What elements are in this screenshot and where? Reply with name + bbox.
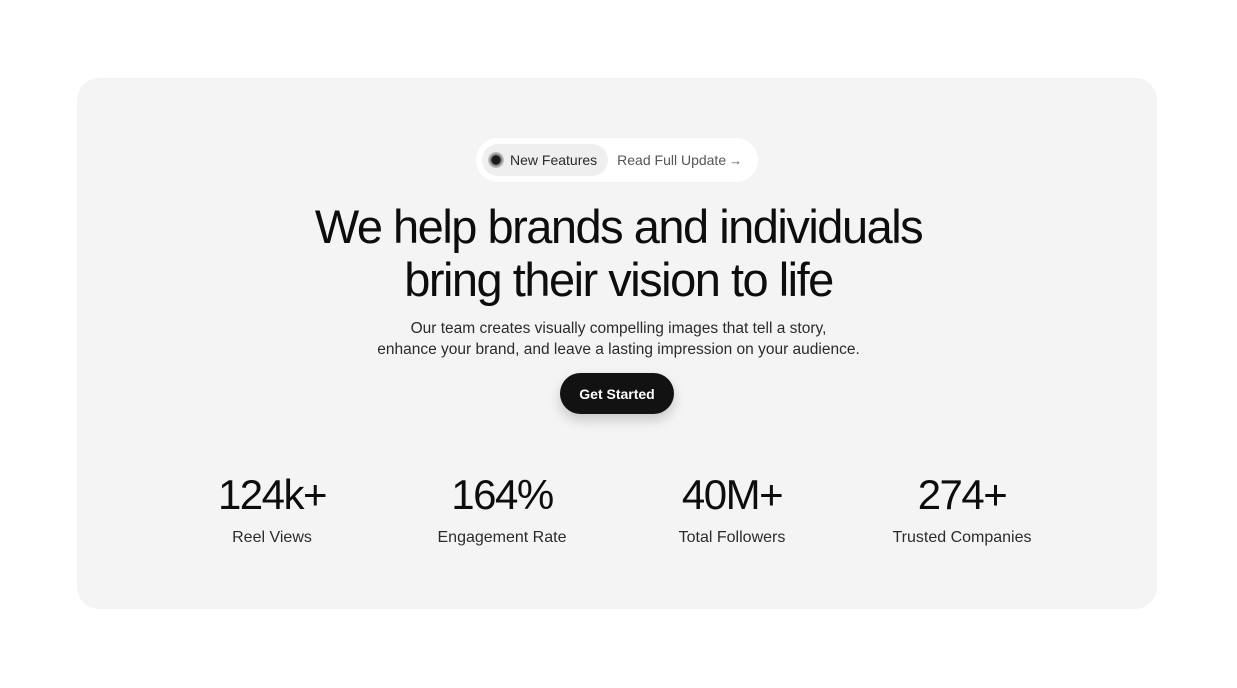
stat-label: Engagement Rate (437, 529, 567, 546)
new-features-label: New Features (510, 152, 598, 168)
stat-engagement-rate: 164% Engagement Rate (387, 470, 617, 548)
page-title: We help brands and individuals bring the… (200, 200, 1037, 306)
arrow-right-icon: → (729, 152, 743, 168)
announcement-badge: New Features Read Full Update → (476, 138, 758, 182)
subtext-line-2: enhance your brand, and leave a lasting … (377, 341, 860, 358)
stat-value: 274+ (917, 471, 1008, 518)
read-full-update-link[interactable]: Read Full Update → (617, 152, 742, 168)
stat-value: 164% (451, 471, 554, 518)
status-dot-icon (488, 152, 504, 168)
new-features-tag: New Features (482, 144, 609, 176)
headline-line-1: We help brands and individuals (314, 200, 924, 253)
subtext-line-1: Our team creates visually compelling ima… (410, 320, 827, 337)
stat-label: Total Followers (678, 529, 786, 546)
stat-label: Reel Views (232, 529, 312, 546)
headline-line-2: bring their vision to life (404, 253, 834, 306)
read-full-update-label: Read Full Update (617, 152, 727, 168)
stat-total-followers: 40M+ Total Followers (617, 470, 847, 548)
hero-subtext: Our team creates visually compelling ima… (300, 318, 937, 360)
stat-label: Trusted Companies (892, 529, 1032, 546)
stat-trusted-companies: 274+ Trusted Companies (847, 470, 1077, 548)
get-started-button[interactable]: Get Started (560, 373, 674, 414)
stat-value: 40M+ (681, 471, 784, 518)
stat-reel-views: 124k+ Reel Views (157, 470, 387, 548)
stat-value: 124k+ (217, 471, 328, 518)
